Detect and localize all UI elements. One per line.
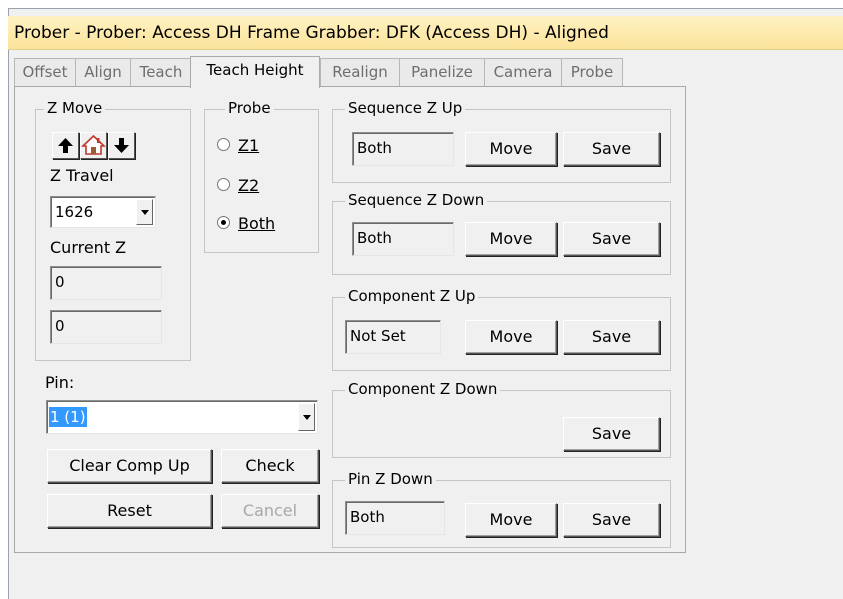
tab-align[interactable]: Align: [75, 58, 131, 86]
chevron-down-icon: [302, 415, 311, 420]
teach-height-panel: Z Move Z Travel 1626 Current Z 0 0 Probe…: [14, 86, 686, 553]
z-travel-select[interactable]: 1626: [50, 196, 156, 228]
check-button[interactable]: Check: [221, 449, 319, 483]
pin-value: 1 (1): [49, 407, 87, 427]
z-up-button[interactable]: [52, 132, 79, 159]
probe-group-label: Probe: [225, 99, 274, 117]
tab-teach[interactable]: Teach: [130, 58, 192, 86]
sequence-z-down-value: Both: [352, 222, 454, 256]
z-travel-value: 1626: [55, 203, 94, 221]
pin-select[interactable]: 1 (1): [46, 400, 318, 434]
radio-both[interactable]: [217, 216, 230, 229]
sequence-z-down-label: Sequence Z Down: [345, 191, 488, 209]
current-z-field-1: 0: [50, 266, 162, 300]
component-z-up-move-button[interactable]: Move: [465, 320, 557, 354]
probe-option-z1-label: Z1: [238, 136, 260, 155]
probe-option-z2[interactable]: Z2: [217, 176, 259, 196]
pin-label: Pin:: [45, 373, 75, 392]
component-z-down-group: Component Z Down Save: [332, 380, 671, 458]
probe-group: Probe Z1 Z2 Both: [204, 99, 319, 253]
current-z-label: Current Z: [50, 238, 127, 257]
component-z-down-label: Component Z Down: [345, 380, 501, 398]
chevron-down-icon: [140, 210, 149, 215]
arrow-down-icon: [114, 138, 129, 153]
component-z-up-label: Component Z Up: [345, 287, 479, 305]
tab-realign[interactable]: Realign: [320, 58, 400, 86]
probe-option-z1[interactable]: Z1: [217, 136, 259, 156]
tab-probe[interactable]: Probe: [561, 58, 623, 86]
sequence-z-down-move-button[interactable]: Move: [465, 222, 557, 256]
pin-z-down-move-button[interactable]: Move: [465, 503, 557, 537]
sequence-z-up-label: Sequence Z Up: [345, 99, 466, 117]
window-title: Prober - Prober: Access DH Frame Grabber…: [8, 16, 843, 50]
reset-button[interactable]: Reset: [47, 494, 212, 528]
probe-option-z2-label: Z2: [238, 176, 260, 195]
pin-dropdown-button[interactable]: [298, 403, 315, 431]
probe-option-both[interactable]: Both: [217, 214, 275, 234]
component-z-up-group: Component Z Up Not Set Move Save: [332, 287, 671, 371]
tab-panelize[interactable]: Panelize: [399, 58, 485, 86]
radio-z2[interactable]: [217, 178, 230, 191]
pin-z-down-group: Pin Z Down Both Move Save: [332, 470, 671, 548]
pin-z-down-value: Both: [345, 501, 445, 535]
radio-z1[interactable]: [217, 138, 230, 151]
home-icon: [81, 134, 106, 155]
tab-offset[interactable]: Offset: [14, 58, 76, 86]
z-travel-dropdown-button[interactable]: [136, 199, 153, 225]
probe-option-both-label: Both: [238, 214, 276, 233]
sequence-z-up-move-button[interactable]: Move: [465, 132, 557, 166]
z-down-button[interactable]: [108, 132, 135, 159]
sequence-z-down-group: Sequence Z Down Both Move Save: [332, 191, 671, 275]
tab-camera[interactable]: Camera: [484, 58, 562, 86]
arrow-up-icon: [58, 138, 73, 153]
current-z-field-2: 0: [50, 310, 162, 344]
sequence-z-up-value: Both: [352, 132, 454, 166]
sequence-z-down-save-button[interactable]: Save: [563, 222, 660, 256]
sequence-z-up-save-button[interactable]: Save: [563, 132, 660, 166]
z-move-group-label: Z Move: [44, 99, 106, 117]
z-travel-label: Z Travel: [50, 166, 114, 185]
cancel-button[interactable]: Cancel: [221, 494, 319, 528]
pin-z-down-save-button[interactable]: Save: [563, 503, 660, 537]
sequence-z-up-group: Sequence Z Up Both Move Save: [332, 99, 671, 183]
component-z-up-save-button[interactable]: Save: [563, 320, 660, 354]
z-move-group: Z Move Z Travel 1626 Current Z 0 0: [35, 99, 191, 361]
pin-z-down-label: Pin Z Down: [345, 470, 436, 488]
clear-comp-up-button[interactable]: Clear Comp Up: [47, 449, 212, 483]
component-z-down-save-button[interactable]: Save: [563, 417, 660, 451]
tab-teach-height[interactable]: Teach Height: [190, 56, 320, 88]
z-home-button[interactable]: [80, 132, 107, 159]
component-z-up-value: Not Set: [345, 320, 441, 354]
